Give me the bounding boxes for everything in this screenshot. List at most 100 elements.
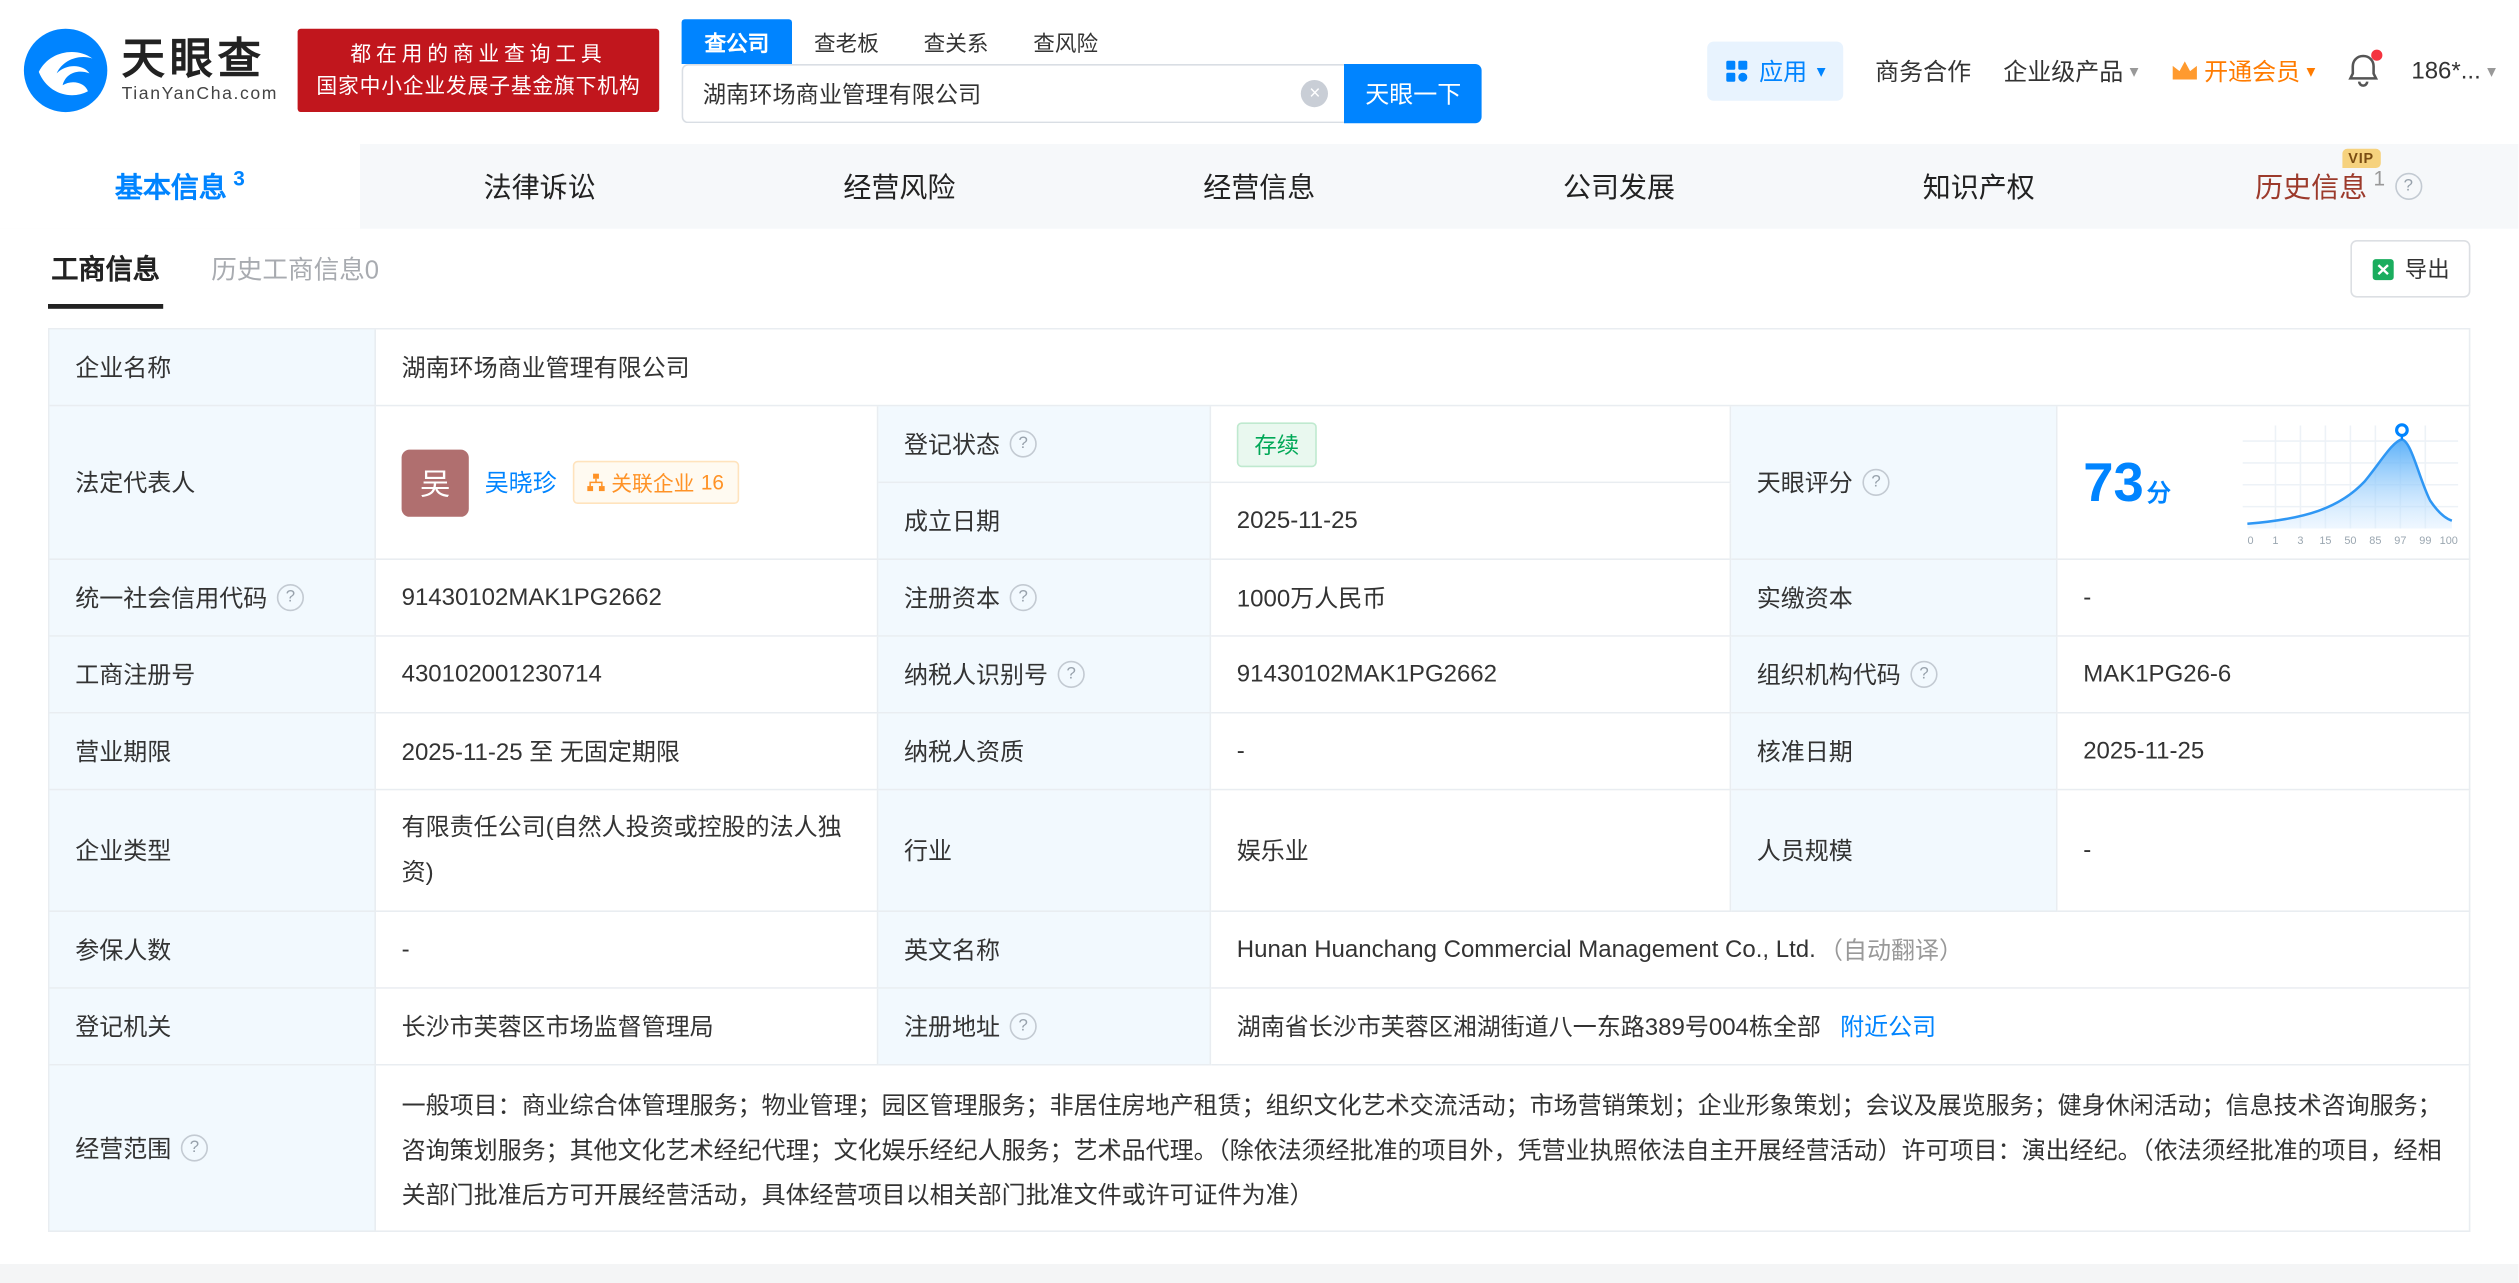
legal-rep-name-link[interactable]: 吴晓珍: [485, 466, 557, 500]
logo[interactable]: 天眼查 TianYanCha.com: [22, 27, 278, 113]
help-icon[interactable]: ?: [1010, 1013, 1037, 1040]
help-icon[interactable]: ?: [2395, 173, 2422, 200]
english-name-label: 英文名称: [878, 912, 1211, 989]
reg-address-value: 湖南省长沙市芙蓉区湘湖街道八一东路389号004栋全部 附近公司: [1211, 989, 2470, 1066]
paid-capital-value: -: [2058, 560, 2471, 637]
svg-text:0: 0: [2247, 534, 2253, 546]
reg-status-value: 存续: [1211, 406, 1731, 483]
reg-authority-value: 长沙市芙蓉区市场监督管理局: [376, 989, 878, 1066]
score-value: 73分: [2058, 406, 2471, 560]
reg-status-label: 登记状态 ?: [878, 406, 1211, 483]
company-type-label: 企业类型: [50, 790, 376, 912]
search-button[interactable]: 天眼一下: [1344, 63, 1482, 122]
search-tab-risk[interactable]: 查风险: [1011, 18, 1121, 63]
svg-text:50: 50: [2344, 534, 2356, 546]
search-tab-relation[interactable]: 查关系: [901, 18, 1011, 63]
insured-count-label: 参保人数: [50, 912, 376, 989]
help-icon[interactable]: ?: [277, 584, 304, 611]
help-icon[interactable]: ?: [1010, 430, 1037, 457]
search-tabs: 查公司 查老板 查关系 查风险: [682, 18, 1482, 63]
svg-text:1: 1: [2272, 534, 2278, 546]
tab-operation-risk[interactable]: 经营风险: [720, 144, 1080, 229]
tab-basic-info-count: 3: [233, 166, 245, 190]
taxpayer-id-label: 纳税人识别号 ?: [878, 637, 1211, 714]
reg-number-label: 工商注册号: [50, 637, 376, 714]
company-type-value: 有限责任公司(自然人投资或控股的法人独资): [376, 790, 878, 912]
user-account[interactable]: 186*... ▾: [2411, 57, 2496, 84]
business-scope-value: 一般项目：商业综合体管理服务；物业管理；园区管理服务；非居住房地产租赁；组织文化…: [376, 1066, 2470, 1232]
search-area: 查公司 查老板 查关系 查风险 × 天眼一下: [682, 18, 1482, 122]
brand-domain: TianYanCha.com: [122, 85, 278, 104]
help-icon[interactable]: ?: [1862, 469, 1889, 496]
footer-strip: [0, 1264, 2518, 1283]
taxpayer-id-value: 91430102MAK1PG2662: [1211, 637, 1731, 714]
subtab-business-info[interactable]: 工商信息: [48, 229, 163, 309]
help-icon[interactable]: ?: [1058, 661, 1085, 688]
nav-vip-label: 开通会员: [2204, 54, 2300, 88]
page: 天眼查 TianYanCha.com 都在用的商业查询工具 国家中小企业发展子基…: [0, 0, 2518, 1280]
staff-size-value: -: [2058, 790, 2471, 912]
header: 天眼查 TianYanCha.com 都在用的商业查询工具 国家中小企业发展子基…: [0, 0, 2518, 141]
tab-intellectual-property-label: 知识产权: [1923, 166, 2035, 206]
header-nav: 应用 ▾ 商务合作 企业级产品 ▾ 开通会员 ▾: [1708, 41, 2496, 100]
svg-text:85: 85: [2369, 534, 2381, 546]
legal-rep-label: 法定代表人: [50, 406, 376, 560]
status-badge: 存续: [1237, 422, 1317, 467]
reg-number-value: 430102001230714: [376, 637, 878, 714]
tab-intellectual-property[interactable]: 知识产权: [1799, 144, 2159, 229]
business-term-value: 2025-11-25 至 无固定期限: [376, 714, 878, 791]
svg-text:97: 97: [2394, 534, 2406, 546]
tab-operation-risk-label: 经营风险: [843, 166, 955, 206]
company-name-label: 企业名称: [50, 330, 376, 407]
chevron-down-icon: ▾: [2487, 60, 2496, 81]
tab-history-label: 历史信息: [2255, 166, 2367, 206]
help-icon[interactable]: ?: [181, 1134, 208, 1161]
user-phone: 186*...: [2411, 57, 2480, 84]
notification-dot: [2371, 50, 2382, 61]
export-label: 导出: [2405, 253, 2450, 285]
search-tab-company[interactable]: 查公司: [682, 18, 792, 63]
taxpayer-qualification-value: -: [1211, 714, 1731, 791]
export-button[interactable]: 导出: [2350, 240, 2470, 298]
related-companies-badge[interactable]: 关联企业 16: [573, 461, 739, 504]
search-input[interactable]: [682, 63, 1344, 122]
brand-text: 天眼查 TianYanCha.com: [122, 37, 278, 104]
nearby-companies-link[interactable]: 附近公司: [1840, 1010, 1936, 1044]
tab-legal[interactable]: 法律诉讼: [360, 144, 720, 229]
promo-line2: 国家中小企业发展子基金旗下机构: [316, 70, 640, 102]
svg-text:100: 100: [2440, 534, 2458, 546]
nav-enterprise-label: 企业级产品: [2003, 54, 2123, 88]
crown-icon: [2170, 59, 2197, 81]
english-name-value: Hunan Huanchang Commercial Management Co…: [1211, 912, 2470, 989]
establish-date-value: 2025-11-25: [1211, 483, 1731, 560]
apps-menu[interactable]: 应用 ▾: [1708, 41, 1843, 100]
help-icon[interactable]: ?: [1910, 661, 1937, 688]
svg-text:15: 15: [2319, 534, 2331, 546]
chevron-down-icon: ▾: [2130, 60, 2139, 81]
nav-enterprise[interactable]: 企业级产品 ▾: [2003, 54, 2138, 88]
apps-label: 应用: [1759, 54, 1807, 88]
related-companies-count: 16: [701, 470, 724, 494]
nav-cooperation[interactable]: 商务合作: [1875, 54, 1971, 88]
legal-rep-avatar[interactable]: 吴: [402, 449, 469, 516]
tab-basic-info[interactable]: 基本信息 3: [0, 144, 360, 229]
reg-capital-label: 注册资本 ?: [878, 560, 1211, 637]
subtab-row: 工商信息 历史工商信息0 导出: [0, 229, 2518, 309]
search-box: × 天眼一下: [682, 63, 1482, 122]
company-name-value: 湖南环场商业管理有限公司: [376, 330, 2470, 407]
tab-development[interactable]: 公司发展: [1439, 144, 1799, 229]
staff-size-label: 人员规模: [1731, 790, 2057, 912]
notifications-bell[interactable]: [2347, 53, 2379, 88]
related-companies-label: 关联企业: [611, 467, 694, 497]
reg-address-label: 注册地址 ?: [878, 989, 1211, 1066]
nav-vip[interactable]: 开通会员 ▾: [2170, 54, 2315, 88]
promo-line1: 都在用的商业查询工具: [316, 38, 640, 70]
help-icon[interactable]: ?: [1010, 584, 1037, 611]
tab-history[interactable]: VIP 历史信息 1 ?: [2159, 144, 2519, 229]
search-tab-boss[interactable]: 查老板: [792, 18, 902, 63]
tab-operation-info[interactable]: 经营信息: [1079, 144, 1439, 229]
chevron-down-icon: ▾: [1817, 60, 1826, 81]
score-number: 73分: [2083, 455, 2171, 509]
subtab-history-business-info[interactable]: 历史工商信息0: [208, 229, 382, 309]
tab-legal-label: 法律诉讼: [484, 166, 596, 206]
